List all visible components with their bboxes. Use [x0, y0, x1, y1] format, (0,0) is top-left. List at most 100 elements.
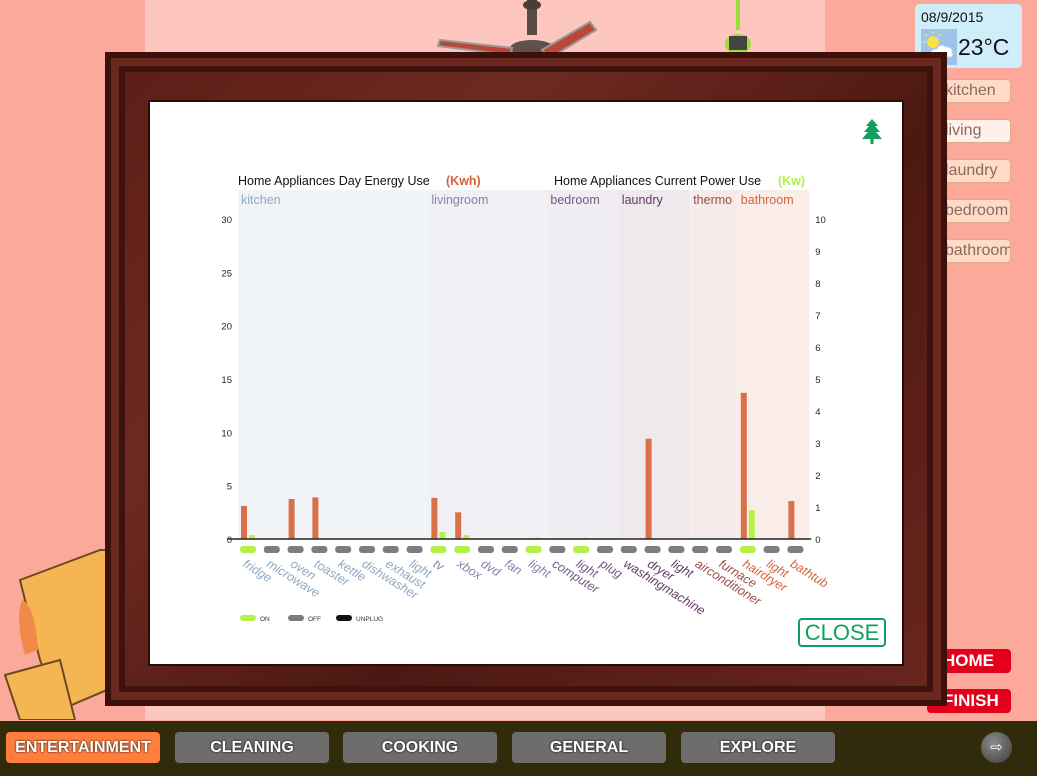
energy-bar-dryer	[645, 438, 652, 539]
x-label-plug: plug	[597, 556, 625, 581]
room-label-laundry: laundry	[622, 193, 664, 207]
status-pill-kettle	[335, 546, 352, 553]
y-tick-left: 30	[221, 215, 232, 226]
temperature-label: 23°C	[958, 34, 1010, 60]
status-pill-dishwasher	[359, 546, 375, 553]
status-pill-toaster	[311, 546, 328, 553]
energy-bar-hairdryer	[740, 392, 747, 539]
status-pill-fridge	[240, 546, 256, 553]
legend-label-unplug: UNPLUG	[356, 616, 383, 623]
legend-label-on: ON	[260, 616, 270, 623]
chart-unit-left: (Kwh)	[446, 174, 481, 188]
status-pill-computer	[549, 546, 566, 553]
status-pill-light	[525, 546, 542, 553]
status-pill-microwave	[263, 546, 280, 553]
chart-title-left: Home Appliances Day Energy Use	[238, 174, 430, 188]
y-tick-left: 15	[221, 375, 232, 386]
y-tick-right: 8	[815, 279, 820, 290]
room-band-bedroom	[547, 190, 619, 539]
y-tick-right: 2	[815, 471, 820, 482]
room-band-laundry	[618, 190, 691, 539]
y-tick-right: 3	[815, 439, 820, 450]
energy-bar-fridge	[241, 505, 247, 539]
room-label-livingroom: livingroom	[431, 193, 488, 207]
room-label-kitchen: kitchen	[241, 193, 281, 207]
x-label-dvd: dvd	[478, 557, 503, 580]
date-label: 08/9/2015	[921, 9, 984, 25]
tab-entertainment[interactable]: ENTERTAINMENT	[6, 732, 160, 763]
status-pill-oven	[287, 546, 304, 553]
energy-bar-toaster	[312, 497, 319, 539]
room-band-kitchen	[238, 190, 429, 539]
logout-icon[interactable]: ⇨	[981, 732, 1012, 763]
chart-title-right: Home Appliances Current Power Use	[554, 174, 761, 188]
room-button-living[interactable]: living	[940, 119, 1011, 143]
energy-bar-bathtub	[788, 501, 795, 539]
legend-swatch-on	[240, 615, 256, 621]
tab-cleaning[interactable]: CLEANING	[175, 732, 329, 763]
y-tick-left: 25	[221, 268, 232, 279]
energy-bar-xbox	[455, 512, 462, 539]
x-label-fan: fan	[502, 557, 524, 578]
close-button[interactable]: CLOSE	[798, 618, 886, 647]
status-pill-hairdryer	[739, 546, 756, 553]
legend-label-off: OFF	[308, 616, 321, 623]
legend-swatch-off	[288, 615, 304, 621]
room-band-thermo	[690, 190, 738, 539]
y-tick-right: 6	[815, 343, 820, 354]
tab-cooking[interactable]: COOKING	[343, 732, 497, 763]
tab-explore[interactable]: EXPLORE	[681, 732, 835, 763]
energy-bar-oven	[288, 499, 295, 539]
status-pill-light	[406, 546, 423, 553]
y-tick-left: 0	[227, 535, 232, 546]
power-bar-tv	[439, 531, 446, 539]
modal-panel: kitchen livingroom bedroom laundry thermo bat…	[150, 102, 902, 664]
x-label-light: light	[526, 557, 553, 581]
y-tick-right: 4	[815, 407, 820, 418]
room-button-bathroom[interactable]: bathroom	[940, 239, 1011, 263]
y-tick-left: 20	[221, 322, 232, 333]
status-pill-plug	[597, 546, 613, 553]
room-button-laundry[interactable]: laundry	[940, 159, 1011, 183]
y-tick-right: 10	[815, 215, 826, 226]
room-label-bathroom: bathroom	[741, 193, 794, 207]
y-tick-right: 5	[815, 375, 820, 386]
status-pill-xbox	[454, 546, 471, 553]
energy-bar-tv	[431, 497, 438, 539]
status-pill-airconditioner	[692, 546, 709, 553]
status-pill-fan	[501, 546, 518, 553]
room-label-bedroom: bedroom	[550, 193, 599, 207]
chart-unit-right: (Kw)	[778, 174, 805, 188]
legend-swatch-unplug	[336, 615, 352, 621]
status-pill-furnace	[716, 546, 732, 553]
energy-chart: kitchen livingroom bedroom laundry thermo bat…	[221, 174, 831, 623]
status-pill-dryer	[644, 546, 661, 553]
tab-general[interactable]: GENERAL	[512, 732, 666, 763]
ceiling-fan-icon	[436, 0, 598, 60]
category-bar: ENTERTAINMENT CLEANING COOKING GENERAL E…	[0, 721, 1037, 776]
status-pill-tv	[430, 546, 447, 553]
x-label-bathtub: bathtub	[788, 557, 831, 591]
status-pill-dvd	[478, 546, 494, 553]
y-tick-right: 1	[815, 503, 820, 514]
pendant-lamp-icon	[725, 0, 751, 54]
room-band-livingroom	[428, 190, 548, 539]
y-tick-right: 9	[815, 247, 820, 258]
status-pill-light	[763, 546, 780, 553]
status-pill-light	[573, 546, 590, 553]
y-tick-left: 10	[221, 428, 232, 439]
status-pill-light	[668, 546, 685, 553]
status-pill-washingmachine	[620, 546, 637, 553]
y-tick-right: 0	[815, 535, 820, 546]
room-button-bedroom[interactable]: bedroom	[940, 199, 1011, 223]
status-pill-exhaust	[382, 546, 399, 553]
room-label-thermo: thermo	[693, 193, 732, 207]
y-tick-left: 5	[227, 482, 232, 493]
room-button-kitchen[interactable]: kitchen	[940, 79, 1011, 103]
power-bar-hairdryer	[748, 510, 755, 539]
status-pill-bathtub	[787, 546, 804, 553]
modal-frame: kitchen livingroom bedroom laundry thermo bat…	[105, 52, 947, 706]
x-label-tv: tv	[431, 557, 447, 574]
y-tick-right: 7	[815, 311, 820, 322]
room-band-bathroom	[737, 190, 810, 539]
